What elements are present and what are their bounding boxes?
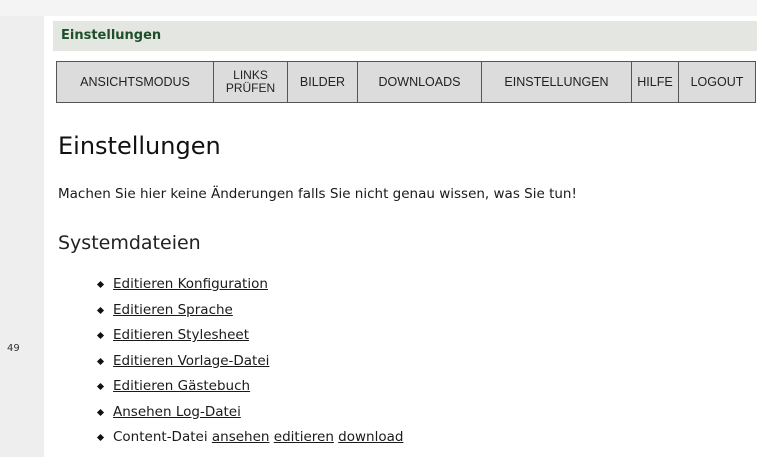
line-gutter: 49 [0, 16, 44, 457]
bullet-icon [96, 306, 105, 314]
top-strip [0, 0, 757, 16]
content-edit-link[interactable]: editieren [274, 429, 334, 445]
warning-text: Machen Sie hier keine Änderungen falls S… [58, 186, 577, 202]
bullet-icon [96, 433, 105, 442]
bullet-icon [96, 280, 105, 289]
list-item: Editieren Gästebuch [96, 374, 403, 400]
bullet-icon [96, 331, 105, 340]
bullet-icon [96, 382, 105, 391]
nav-item-bilder[interactable]: BILDER [287, 62, 357, 102]
content-download-link[interactable]: download [338, 429, 403, 445]
bullet-icon [96, 408, 105, 416]
edit-config-link[interactable]: Editieren Konfiguration [113, 276, 268, 292]
nav-item-label-line2: PRÜFEN [225, 81, 276, 95]
nav-item-einstellungen[interactable]: EINSTELLUNGEN [481, 62, 631, 102]
list-item: Editieren Stylesheet [96, 323, 403, 349]
edit-guestbook-link[interactable]: Editieren Gästebuch [113, 378, 250, 394]
section-heading: Systemdateien [58, 232, 201, 254]
nav-menu: ANSICHTSMODUS LINKS PRÜFEN BILDER DOWNLO… [56, 61, 756, 103]
list-item: Ansehen Log-Datei [96, 400, 403, 426]
edit-template-link[interactable]: Editieren Vorlage-Datei [113, 353, 269, 369]
nav-item-ansichtsmodus[interactable]: ANSICHTSMODUS [57, 62, 213, 102]
title-bar: Einstellungen [53, 21, 757, 51]
page-title: Einstellungen [58, 132, 221, 160]
system-files-list: Editieren Konfiguration Editieren Sprach… [96, 272, 403, 451]
list-item: Editieren Vorlage-Datei [96, 349, 403, 375]
list-item: Editieren Sprache [96, 298, 403, 324]
content-file-label: Content-Datei [113, 429, 208, 445]
nav-item-hilfe[interactable]: HILFE [631, 62, 678, 102]
line-number: 49 [7, 343, 20, 354]
content-view-link[interactable]: ansehen [212, 429, 270, 445]
nav-item-links-pruefen[interactable]: LINKS PRÜFEN [213, 62, 287, 102]
list-item: Editieren Konfiguration [96, 272, 403, 298]
view-log-link[interactable]: Ansehen Log-Datei [113, 404, 241, 420]
list-item: Content-Datei ansehen editieren download [96, 425, 403, 451]
bullet-icon [96, 357, 105, 365]
nav-item-logout[interactable]: LOGOUT [678, 62, 755, 102]
nav-item-downloads[interactable]: DOWNLOADS [357, 62, 481, 102]
edit-stylesheet-link[interactable]: Editieren Stylesheet [113, 327, 249, 343]
edit-language-link[interactable]: Editieren Sprache [113, 302, 233, 318]
title-bar-title: Einstellungen [61, 28, 162, 43]
